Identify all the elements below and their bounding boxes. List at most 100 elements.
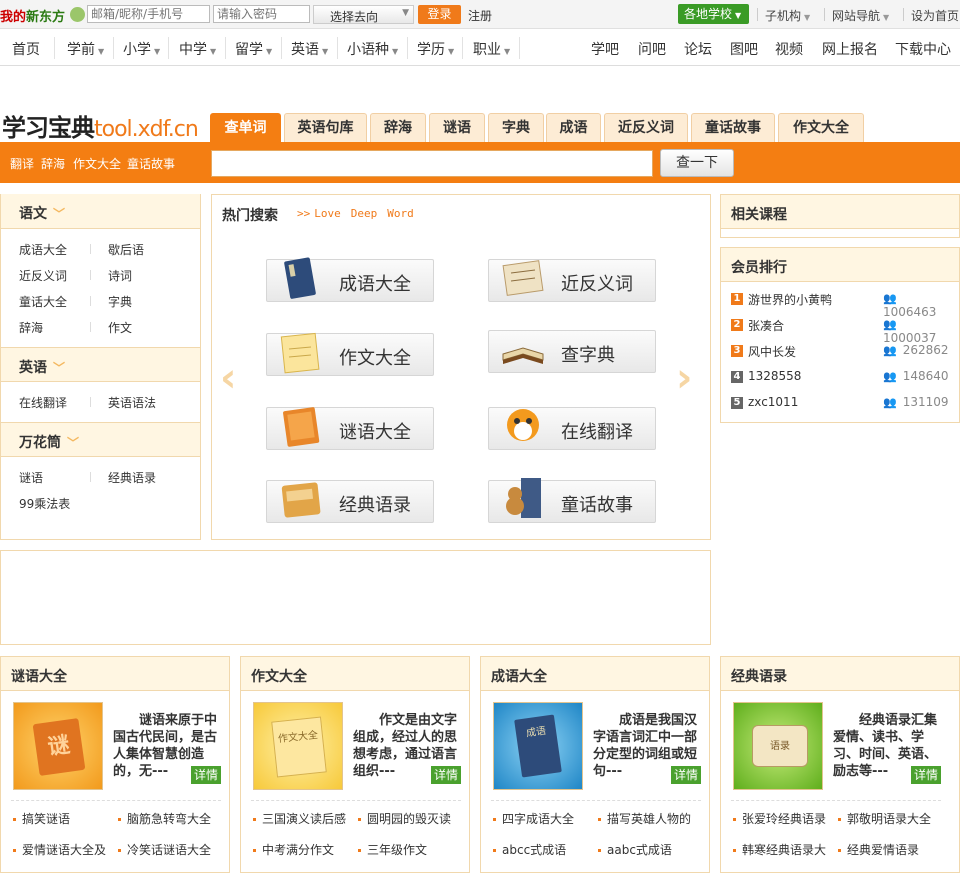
hot-item-riddles[interactable]: 谜语大全 bbox=[266, 407, 434, 450]
tab-cihai[interactable]: 辞海 bbox=[370, 113, 426, 142]
card-link[interactable]: 三国演义读后感 bbox=[253, 810, 346, 827]
sidebar-section-kaleidoscope[interactable]: 万花筒 ﹀ bbox=[1, 422, 200, 457]
nav-video[interactable]: 视频 bbox=[775, 39, 803, 59]
sidebar-link-fairy-tales[interactable]: 童话大全 bbox=[19, 293, 67, 310]
card-link[interactable]: 中考满分作文 bbox=[253, 841, 334, 858]
tab-fairy-tales[interactable]: 童话故事 bbox=[691, 113, 775, 142]
hot-item-synonyms[interactable]: 近反义词 bbox=[488, 259, 656, 302]
sidebar-link-dictionary[interactable]: 字典 bbox=[108, 293, 132, 310]
details-button[interactable]: 详情 bbox=[431, 766, 461, 784]
essay-thumbnail[interactable]: 作文大全 bbox=[253, 702, 343, 790]
sidebar-link-idioms[interactable]: 成语大全 bbox=[19, 241, 67, 258]
quick-link-fairy-tales[interactable]: 童话故事 bbox=[127, 155, 175, 172]
sidebar-link-multiplication[interactable]: 99乘法表 bbox=[19, 495, 70, 512]
ranking-row[interactable]: 3 风中长发 👥 262862 bbox=[731, 343, 956, 361]
details-button[interactable]: 详情 bbox=[671, 766, 701, 784]
card-link[interactable]: 脑筋急转弯大全 bbox=[118, 810, 211, 827]
set-homepage-link[interactable]: 设为首页 bbox=[911, 7, 959, 24]
sidebar-link-cihai[interactable]: 辞海 bbox=[19, 319, 43, 336]
details-button[interactable]: 详情 bbox=[191, 766, 221, 784]
card-link[interactable]: aabc式成语 bbox=[598, 841, 672, 858]
nav-primary[interactable]: 小学 ▼ bbox=[123, 39, 160, 59]
sidebar-link-quotes[interactable]: 经典语录 bbox=[108, 469, 156, 486]
ranking-row[interactable]: 5 zxc1011 👥 131109 bbox=[731, 395, 956, 413]
hot-word[interactable]: Love bbox=[314, 207, 341, 220]
search-button[interactable]: 查一下 bbox=[660, 149, 734, 177]
nav-middle[interactable]: 中学 ▼ bbox=[179, 39, 216, 59]
sidebar-link-online-translate[interactable]: 在线翻译 bbox=[19, 394, 67, 411]
tab-idioms[interactable]: 成语 bbox=[546, 113, 601, 142]
card-link[interactable]: 圆明园的毁灭读 bbox=[358, 810, 451, 827]
nav-home[interactable]: 首页 bbox=[12, 39, 40, 59]
details-button[interactable]: 详情 bbox=[911, 766, 941, 784]
tab-essays[interactable]: 作文大全 bbox=[778, 113, 864, 142]
tab-dictionary[interactable]: 字典 bbox=[488, 113, 544, 142]
nav-xueba[interactable]: 学吧 bbox=[591, 39, 619, 59]
hot-item-translate[interactable]: 在线翻译 bbox=[488, 407, 656, 450]
quick-link-cihai[interactable]: 辞海 bbox=[41, 155, 65, 172]
register-link[interactable]: 注册 bbox=[468, 7, 492, 24]
hot-word[interactable]: Word bbox=[387, 207, 414, 220]
carousel-prev-arrow[interactable]: ‹ bbox=[220, 355, 236, 401]
nav-degree[interactable]: 学历 ▼ bbox=[417, 39, 454, 59]
card-link[interactable]: abcc式成语 bbox=[493, 841, 566, 858]
card-link[interactable]: 三年级作文 bbox=[358, 841, 427, 858]
card-link[interactable]: 四字成语大全 bbox=[493, 810, 574, 827]
destination-select[interactable]: 选择去向 ▼ bbox=[313, 5, 414, 24]
sidebar-link-essay[interactable]: 作文 bbox=[108, 319, 132, 336]
login-username-input[interactable] bbox=[87, 5, 210, 23]
schools-button[interactable]: 各地学校 ▼ bbox=[678, 4, 749, 24]
tab-riddles[interactable]: 谜语 bbox=[429, 113, 485, 142]
nav-preschool[interactable]: 学前 ▼ bbox=[67, 39, 104, 59]
idiom-thumbnail[interactable]: 成语 bbox=[493, 702, 583, 790]
sidebar-link-poetry[interactable]: 诗词 bbox=[108, 267, 132, 284]
nav-minor-languages[interactable]: 小语种 ▼ bbox=[347, 39, 398, 59]
site-nav-link[interactable]: 网站导航 ▼ bbox=[832, 7, 889, 24]
nav-online-signup[interactable]: 网上报名 bbox=[822, 39, 878, 59]
nav-english[interactable]: 英语 ▼ bbox=[291, 39, 328, 59]
nav-career[interactable]: 职业 ▼ bbox=[473, 39, 510, 59]
nav-download-center[interactable]: 下载中心 bbox=[895, 39, 951, 59]
site-logo[interactable]: 学习宝典tool.xdf.cn bbox=[2, 108, 199, 143]
sidebar-link-synonyms[interactable]: 近反义词 bbox=[19, 267, 67, 284]
brand-logo[interactable]: 我的新东方 bbox=[0, 6, 65, 25]
sidebar-link-xiehouyu[interactable]: 歇后语 bbox=[108, 241, 144, 258]
card-link[interactable]: 经典爱情语录 bbox=[838, 841, 919, 858]
sidebar-section-chinese[interactable]: 语文 ﹀ bbox=[1, 194, 200, 229]
carousel-next-arrow[interactable]: › bbox=[676, 355, 692, 401]
card-link[interactable]: 搞笑谜语 bbox=[13, 810, 70, 827]
tab-lookup-word[interactable]: 查单词 bbox=[210, 113, 281, 142]
login-button[interactable]: 登录 bbox=[418, 5, 461, 24]
card-link[interactable]: 郭敬明语录大全 bbox=[838, 810, 931, 827]
search-input[interactable] bbox=[211, 150, 653, 177]
tab-synonyms[interactable]: 近反义词 bbox=[604, 113, 688, 142]
nav-abroad[interactable]: 留学 ▼ bbox=[235, 39, 272, 59]
card-link[interactable]: 描写英雄人物的 bbox=[598, 810, 691, 827]
riddle-thumbnail[interactable]: 谜 bbox=[13, 702, 103, 790]
nav-tuba[interactable]: 图吧 bbox=[730, 39, 758, 59]
card-link[interactable]: 冷笑话谜语大全 bbox=[118, 841, 211, 858]
sub-org-link[interactable]: 子机构 ▼ bbox=[765, 7, 810, 24]
ranking-row[interactable]: 2 张凑合 👥1000037 bbox=[731, 317, 956, 345]
sidebar-link-riddles[interactable]: 谜语 bbox=[19, 469, 43, 486]
hot-item-dictionary[interactable]: 查字典 bbox=[488, 330, 656, 373]
tab-english-sentences[interactable]: 英语句库 bbox=[284, 113, 367, 142]
hot-word[interactable]: Deep bbox=[351, 207, 378, 220]
sidebar-section-english[interactable]: 英语 ﹀ bbox=[1, 347, 200, 382]
quick-link-essays[interactable]: 作文大全 bbox=[73, 155, 121, 172]
card-link[interactable]: 爱情谜语大全及 bbox=[13, 841, 106, 858]
hot-item-idioms[interactable]: 成语大全 bbox=[266, 257, 434, 302]
hot-item-quotes[interactable]: 经典语录 bbox=[266, 480, 434, 523]
quotes-thumbnail[interactable]: 语录 bbox=[733, 702, 823, 790]
ranking-row[interactable]: 1 游世界的小黄鸭 👥1006463 bbox=[731, 291, 956, 319]
login-password-input[interactable] bbox=[213, 5, 310, 23]
ranking-row[interactable]: 4 1328558 👥 148640 bbox=[731, 369, 956, 387]
card-link[interactable]: 韩寒经典语录大 bbox=[733, 841, 826, 858]
quick-link-translate[interactable]: 翻译 bbox=[10, 155, 34, 172]
nav-wenba[interactable]: 问吧 bbox=[638, 39, 666, 59]
card-link[interactable]: 张爱玲经典语录 bbox=[733, 810, 826, 827]
hot-item-fairy-tales[interactable]: 童话故事 bbox=[488, 478, 656, 523]
sidebar-link-grammar[interactable]: 英语语法 bbox=[108, 394, 156, 411]
nav-forum[interactable]: 论坛 bbox=[684, 39, 712, 59]
hot-item-essays[interactable]: 作文大全 bbox=[266, 332, 434, 376]
